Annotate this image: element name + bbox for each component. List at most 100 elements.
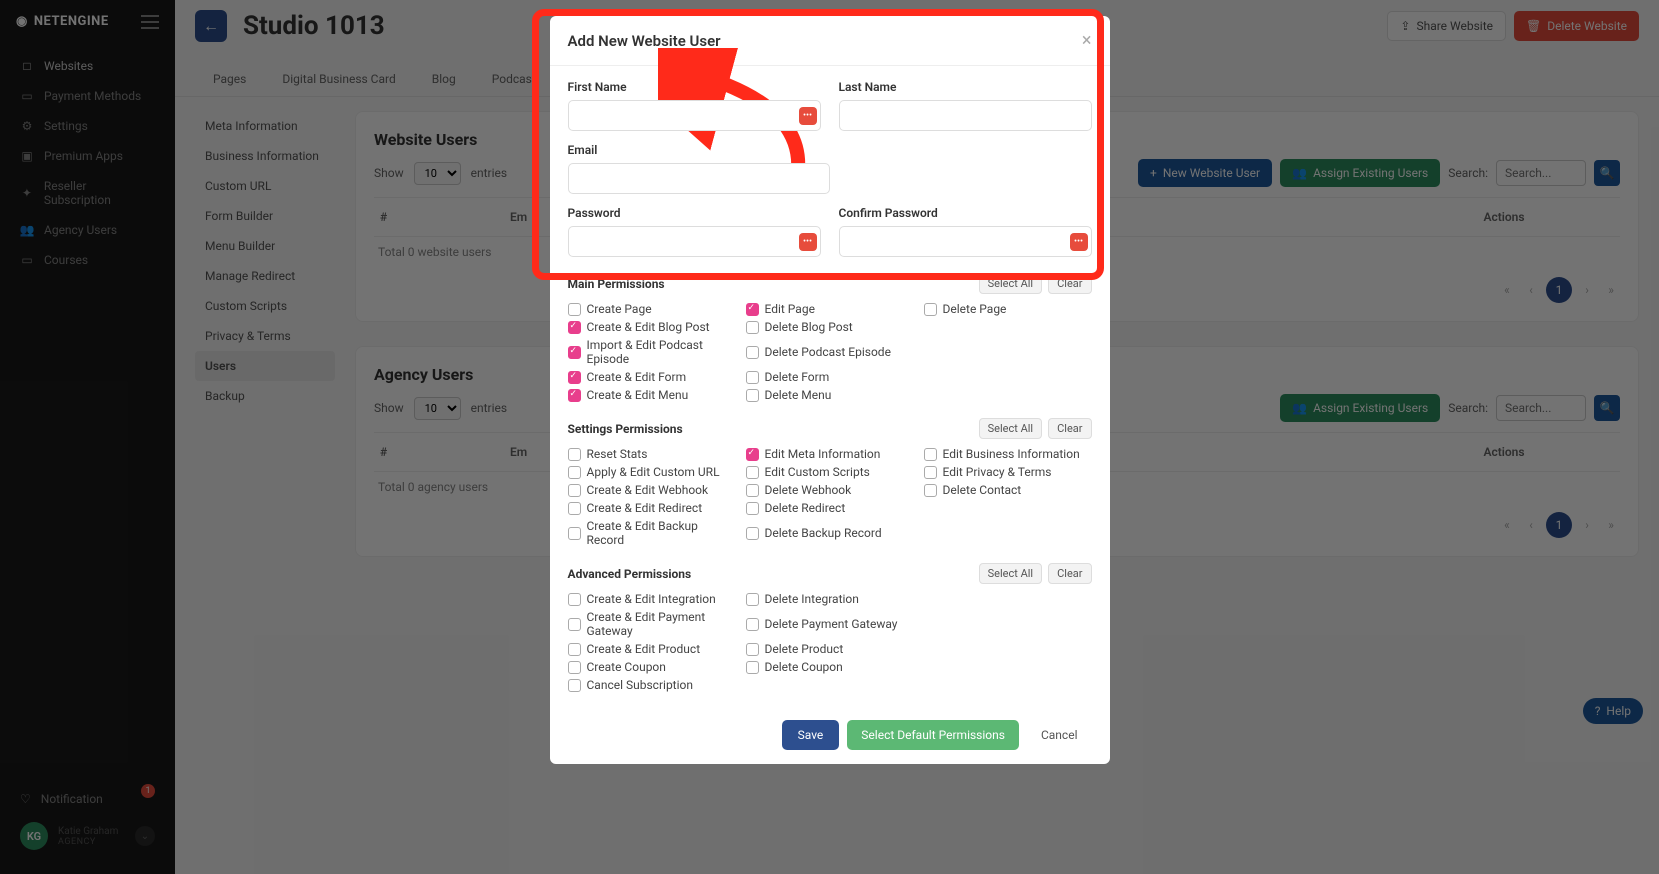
- checkbox-icon[interactable]: [746, 321, 759, 334]
- checkbox-icon[interactable]: [746, 618, 759, 631]
- perm-delete-blog-post[interactable]: Delete Blog Post: [746, 320, 914, 334]
- last-name-input[interactable]: [839, 100, 1092, 131]
- perm-delete-page[interactable]: Delete Page: [924, 302, 1092, 316]
- perm-delete-redirect[interactable]: Delete Redirect: [746, 501, 914, 515]
- perm-edit-meta-information[interactable]: Edit Meta Information: [746, 447, 914, 461]
- perm-label: Edit Meta Information: [765, 447, 881, 461]
- perm-create-page[interactable]: Create Page: [568, 302, 736, 316]
- perm-edit-custom-scripts[interactable]: Edit Custom Scripts: [746, 465, 914, 479]
- email-input[interactable]: [568, 163, 830, 194]
- checkbox-icon[interactable]: [568, 661, 581, 674]
- perm-delete-product[interactable]: Delete Product: [746, 642, 914, 656]
- checkbox-icon[interactable]: [924, 448, 937, 461]
- perm-label: Edit Privacy & Terms: [943, 465, 1052, 479]
- perm-create-edit-webhook[interactable]: Create & Edit Webhook: [568, 483, 736, 497]
- checkbox-icon[interactable]: [746, 593, 759, 606]
- perm-label: Edit Business Information: [943, 447, 1080, 461]
- perm-create-edit-backup-record[interactable]: Create & Edit Backup Record: [568, 519, 736, 547]
- clear-button[interactable]: Clear: [1048, 418, 1091, 439]
- first-name-label: First Name: [568, 80, 821, 94]
- checkbox-icon[interactable]: [746, 527, 759, 540]
- perm-import-edit-podcast-episode[interactable]: Import & Edit Podcast Episode: [568, 338, 736, 366]
- checkbox-icon[interactable]: [568, 643, 581, 656]
- checkbox-icon[interactable]: [746, 448, 759, 461]
- perm-label: Delete Form: [765, 370, 830, 384]
- perm-edit-privacy-terms[interactable]: Edit Privacy & Terms: [924, 465, 1092, 479]
- perm-create-edit-redirect[interactable]: Create & Edit Redirect: [568, 501, 736, 515]
- perm-delete-backup-record[interactable]: Delete Backup Record: [746, 519, 914, 547]
- checkbox-icon[interactable]: [568, 593, 581, 606]
- clear-button[interactable]: Clear: [1048, 563, 1091, 584]
- perm-cancel-subscription[interactable]: Cancel Subscription: [568, 678, 736, 692]
- perm-create-edit-integration[interactable]: Create & Edit Integration: [568, 592, 736, 606]
- perm-label: Create & Edit Backup Record: [587, 519, 736, 547]
- perm-create-edit-product[interactable]: Create & Edit Product: [568, 642, 736, 656]
- perm-create-edit-form[interactable]: Create & Edit Form: [568, 370, 736, 384]
- autofill-icon[interactable]: •••: [799, 233, 817, 251]
- select-all-button[interactable]: Select All: [979, 273, 1042, 294]
- checkbox-icon[interactable]: [746, 502, 759, 515]
- autofill-icon[interactable]: •••: [799, 107, 817, 125]
- perm-create-edit-menu[interactable]: Create & Edit Menu: [568, 388, 736, 402]
- perm-create-edit-payment-gateway[interactable]: Create & Edit Payment Gateway: [568, 610, 736, 638]
- select-all-button[interactable]: Select All: [979, 418, 1042, 439]
- perm-edit-page[interactable]: Edit Page: [746, 302, 914, 316]
- perm-section-title: Main Permissions: [568, 277, 665, 291]
- checkbox-icon[interactable]: [568, 679, 581, 692]
- select-default-permissions-button[interactable]: Select Default Permissions: [847, 720, 1019, 750]
- checkbox-icon[interactable]: [568, 618, 581, 631]
- checkbox-icon[interactable]: [568, 502, 581, 515]
- perm-label: Create Page: [587, 302, 652, 316]
- perm-create-edit-blog-post[interactable]: Create & Edit Blog Post: [568, 320, 736, 334]
- perm-reset-stats[interactable]: Reset Stats: [568, 447, 736, 461]
- perm-label: Create & Edit Payment Gateway: [587, 610, 736, 638]
- checkbox-icon[interactable]: [746, 303, 759, 316]
- perm-section-title: Settings Permissions: [568, 422, 683, 436]
- select-all-button[interactable]: Select All: [979, 563, 1042, 584]
- checkbox-icon[interactable]: [746, 643, 759, 656]
- perm-label: Delete Integration: [765, 592, 859, 606]
- perm-delete-webhook[interactable]: Delete Webhook: [746, 483, 914, 497]
- perm-label: Create & Edit Redirect: [587, 501, 703, 515]
- perm-delete-coupon[interactable]: Delete Coupon: [746, 660, 914, 674]
- checkbox-icon[interactable]: [746, 346, 759, 359]
- perm-delete-payment-gateway[interactable]: Delete Payment Gateway: [746, 610, 914, 638]
- checkbox-icon[interactable]: [568, 484, 581, 497]
- perm-delete-podcast-episode[interactable]: Delete Podcast Episode: [746, 338, 914, 366]
- checkbox-icon[interactable]: [568, 371, 581, 384]
- perm-label: Create & Edit Form: [587, 370, 687, 384]
- checkbox-icon[interactable]: [568, 466, 581, 479]
- perm-delete-menu[interactable]: Delete Menu: [746, 388, 914, 402]
- first-name-input[interactable]: [568, 100, 821, 131]
- checkbox-icon[interactable]: [568, 346, 581, 359]
- checkbox-icon[interactable]: [924, 484, 937, 497]
- main-permissions-section: Main Permissions Select All Clear Create…: [568, 273, 1092, 402]
- perm-delete-form[interactable]: Delete Form: [746, 370, 914, 384]
- perm-edit-business-information[interactable]: Edit Business Information: [924, 447, 1092, 461]
- clear-button[interactable]: Clear: [1048, 273, 1091, 294]
- perm-apply-edit-custom-url[interactable]: Apply & Edit Custom URL: [568, 465, 736, 479]
- checkbox-icon[interactable]: [568, 527, 581, 540]
- checkbox-icon[interactable]: [924, 466, 937, 479]
- checkbox-icon[interactable]: [568, 448, 581, 461]
- perm-label: Delete Product: [765, 642, 844, 656]
- perm-delete-contact[interactable]: Delete Contact: [924, 483, 1092, 497]
- confirm-password-input[interactable]: [839, 226, 1092, 257]
- autofill-icon[interactable]: •••: [1070, 233, 1088, 251]
- checkbox-icon[interactable]: [746, 484, 759, 497]
- checkbox-icon[interactable]: [746, 389, 759, 402]
- checkbox-icon[interactable]: [568, 389, 581, 402]
- checkbox-icon[interactable]: [746, 661, 759, 674]
- cancel-button[interactable]: Cancel: [1027, 720, 1092, 750]
- perm-delete-integration[interactable]: Delete Integration: [746, 592, 914, 606]
- password-input[interactable]: [568, 226, 821, 257]
- checkbox-icon[interactable]: [568, 321, 581, 334]
- checkbox-icon[interactable]: [924, 303, 937, 316]
- perm-create-coupon[interactable]: Create Coupon: [568, 660, 736, 674]
- checkbox-icon[interactable]: [746, 466, 759, 479]
- checkbox-icon[interactable]: [746, 371, 759, 384]
- checkbox-icon[interactable]: [568, 303, 581, 316]
- save-button[interactable]: Save: [782, 720, 840, 750]
- close-icon[interactable]: ×: [1082, 30, 1092, 51]
- advanced-permissions-section: Advanced Permissions Select All Clear Cr…: [568, 563, 1092, 692]
